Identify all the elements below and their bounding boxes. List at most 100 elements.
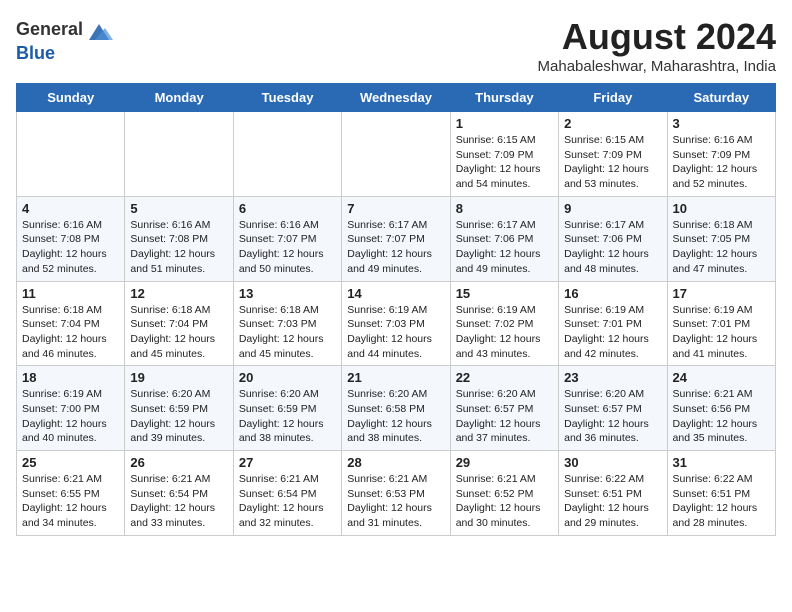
table-row: 16 Sunrise: 6:19 AMSunset: 7:01 PMDayligh… [559, 281, 667, 366]
table-row [17, 112, 125, 197]
table-row: 28 Sunrise: 6:21 AMSunset: 6:53 PMDayligh… [342, 451, 450, 536]
table-row: 23 Sunrise: 6:20 AMSunset: 6:57 PMDayligh… [559, 366, 667, 451]
day-number: 18 [22, 370, 119, 385]
day-info: Sunrise: 6:17 AMSunset: 7:06 PMDaylight:… [456, 218, 553, 277]
table-row: 7 Sunrise: 6:17 AMSunset: 7:07 PMDaylight… [342, 196, 450, 281]
day-number: 1 [456, 116, 553, 131]
location-subtitle: Mahabaleshwar, Maharashtra, India [538, 58, 776, 75]
logo-icon [85, 16, 113, 44]
day-number: 6 [239, 201, 336, 216]
day-info: Sunrise: 6:18 AMSunset: 7:04 PMDaylight:… [22, 303, 119, 362]
table-row: 12Sunrise: 6:18 AMSunset: 7:04 PMDayligh… [125, 281, 233, 366]
day-number: 3 [673, 116, 770, 131]
col-wednesday: Wednesday [342, 84, 450, 112]
day-number: 16 [564, 286, 661, 301]
day-info: Sunrise: 6:17 AMSunset: 7:07 PMDaylight:… [347, 218, 444, 277]
day-number: 13 [239, 286, 336, 301]
col-monday: Monday [125, 84, 233, 112]
table-row: 11 Sunrise: 6:18 AMSunset: 7:04 PMDayligh… [17, 281, 125, 366]
table-row [342, 112, 450, 197]
day-number: 11 [22, 286, 119, 301]
logo: General Blue [16, 16, 113, 64]
table-row: 1 Sunrise: 6:15 AMSunset: 7:09 PMDaylight… [450, 112, 558, 197]
day-info: Sunrise: 6:20 AMSunset: 6:59 PMDaylight:… [239, 387, 336, 446]
day-number: 17 [673, 286, 770, 301]
col-tuesday: Tuesday [233, 84, 341, 112]
day-info: Sunrise: 6:20 AMSunset: 6:59 PMDaylight:… [130, 387, 227, 446]
table-row: 26Sunrise: 6:21 AMSunset: 6:54 PMDayligh… [125, 451, 233, 536]
logo-blue-text: Blue [16, 44, 55, 64]
title-area: August 2024 Mahabaleshwar, Maharashtra, … [538, 16, 776, 75]
day-number: 4 [22, 201, 119, 216]
calendar-week-row: 1 Sunrise: 6:15 AMSunset: 7:09 PMDaylight… [17, 112, 776, 197]
table-row: 13 Sunrise: 6:18 AMSunset: 7:03 PMDayligh… [233, 281, 341, 366]
calendar-week-row: 25Sunrise: 6:21 AMSunset: 6:55 PMDayligh… [17, 451, 776, 536]
day-info: Sunrise: 6:20 AMSunset: 6:57 PMDaylight:… [456, 387, 553, 446]
day-number: 7 [347, 201, 444, 216]
table-row: 8Sunrise: 6:17 AMSunset: 7:06 PMDaylight… [450, 196, 558, 281]
day-info: Sunrise: 6:15 AMSunset: 7:09 PMDaylight:… [564, 133, 661, 192]
day-info: Sunrise: 6:21 AMSunset: 6:56 PMDaylight:… [673, 387, 770, 446]
day-info: Sunrise: 6:20 AMSunset: 6:58 PMDaylight:… [347, 387, 444, 446]
day-info: Sunrise: 6:19 AMSunset: 7:01 PMDaylight:… [673, 303, 770, 362]
day-number: 20 [239, 370, 336, 385]
table-row: 25Sunrise: 6:21 AMSunset: 6:55 PMDayligh… [17, 451, 125, 536]
calendar-header-row: Sunday Monday Tuesday Wednesday Thursday… [17, 84, 776, 112]
day-info: Sunrise: 6:22 AMSunset: 6:51 PMDaylight:… [673, 472, 770, 531]
table-row: 17 Sunrise: 6:19 AMSunset: 7:01 PMDayligh… [667, 281, 775, 366]
col-sunday: Sunday [17, 84, 125, 112]
day-number: 15 [456, 286, 553, 301]
calendar-week-row: 4 Sunrise: 6:16 AMSunset: 7:08 PMDaylight… [17, 196, 776, 281]
day-number: 24 [673, 370, 770, 385]
calendar-week-row: 11 Sunrise: 6:18 AMSunset: 7:04 PMDayligh… [17, 281, 776, 366]
table-row: 3 Sunrise: 6:16 AMSunset: 7:09 PMDaylight… [667, 112, 775, 197]
day-info: Sunrise: 6:18 AMSunset: 7:04 PMDaylight:… [130, 303, 227, 362]
day-info: Sunrise: 6:19 AMSunset: 7:01 PMDaylight:… [564, 303, 661, 362]
day-info: Sunrise: 6:16 AMSunset: 7:08 PMDaylight:… [130, 218, 227, 277]
day-number: 19 [130, 370, 227, 385]
day-info: Sunrise: 6:16 AMSunset: 7:08 PMDaylight:… [22, 218, 119, 277]
table-row: 24 Sunrise: 6:21 AMSunset: 6:56 PMDayligh… [667, 366, 775, 451]
table-row: 20 Sunrise: 6:20 AMSunset: 6:59 PMDayligh… [233, 366, 341, 451]
table-row: 6 Sunrise: 6:16 AMSunset: 7:07 PMDaylight… [233, 196, 341, 281]
day-info: Sunrise: 6:16 AMSunset: 7:09 PMDaylight:… [673, 133, 770, 192]
page-header: General Blue August 2024 Mahabaleshwar, … [16, 16, 776, 75]
table-row [125, 112, 233, 197]
day-info: Sunrise: 6:17 AMSunset: 7:06 PMDaylight:… [564, 218, 661, 277]
table-row: 21 Sunrise: 6:20 AMSunset: 6:58 PMDayligh… [342, 366, 450, 451]
calendar-week-row: 18Sunrise: 6:19 AMSunset: 7:00 PMDayligh… [17, 366, 776, 451]
table-row: 29 Sunrise: 6:21 AMSunset: 6:52 PMDayligh… [450, 451, 558, 536]
day-number: 9 [564, 201, 661, 216]
day-number: 29 [456, 455, 553, 470]
table-row: 9 Sunrise: 6:17 AMSunset: 7:06 PMDaylight… [559, 196, 667, 281]
day-number: 30 [564, 455, 661, 470]
day-number: 31 [673, 455, 770, 470]
day-info: Sunrise: 6:21 AMSunset: 6:55 PMDaylight:… [22, 472, 119, 531]
day-info: Sunrise: 6:21 AMSunset: 6:52 PMDaylight:… [456, 472, 553, 531]
day-info: Sunrise: 6:19 AMSunset: 7:03 PMDaylight:… [347, 303, 444, 362]
day-number: 21 [347, 370, 444, 385]
table-row: 22Sunrise: 6:20 AMSunset: 6:57 PMDayligh… [450, 366, 558, 451]
day-info: Sunrise: 6:19 AMSunset: 7:02 PMDaylight:… [456, 303, 553, 362]
table-row: 5 Sunrise: 6:16 AMSunset: 7:08 PMDaylight… [125, 196, 233, 281]
day-info: Sunrise: 6:15 AMSunset: 7:09 PMDaylight:… [456, 133, 553, 192]
col-friday: Friday [559, 84, 667, 112]
day-number: 23 [564, 370, 661, 385]
day-number: 2 [564, 116, 661, 131]
table-row: 2 Sunrise: 6:15 AMSunset: 7:09 PMDaylight… [559, 112, 667, 197]
day-info: Sunrise: 6:16 AMSunset: 7:07 PMDaylight:… [239, 218, 336, 277]
table-row: 27Sunrise: 6:21 AMSunset: 6:54 PMDayligh… [233, 451, 341, 536]
day-number: 10 [673, 201, 770, 216]
day-info: Sunrise: 6:18 AMSunset: 7:03 PMDaylight:… [239, 303, 336, 362]
day-number: 26 [130, 455, 227, 470]
day-number: 14 [347, 286, 444, 301]
table-row: 30 Sunrise: 6:22 AMSunset: 6:51 PMDayligh… [559, 451, 667, 536]
col-thursday: Thursday [450, 84, 558, 112]
day-number: 28 [347, 455, 444, 470]
table-row: 4 Sunrise: 6:16 AMSunset: 7:08 PMDaylight… [17, 196, 125, 281]
table-row [233, 112, 341, 197]
day-info: Sunrise: 6:22 AMSunset: 6:51 PMDaylight:… [564, 472, 661, 531]
day-number: 5 [130, 201, 227, 216]
day-info: Sunrise: 6:20 AMSunset: 6:57 PMDaylight:… [564, 387, 661, 446]
day-info: Sunrise: 6:21 AMSunset: 6:53 PMDaylight:… [347, 472, 444, 531]
